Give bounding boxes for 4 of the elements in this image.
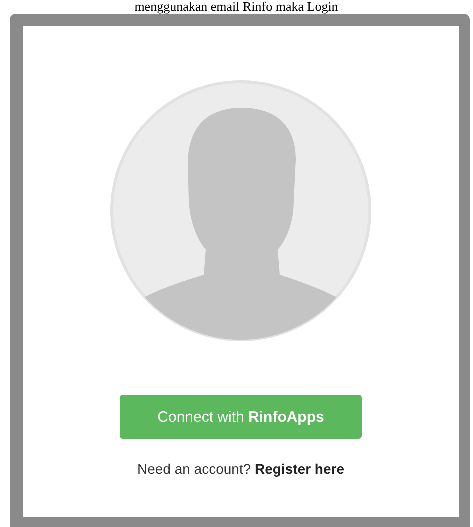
register-text: Need an account? Register here: [137, 461, 344, 477]
avatar-icon: [110, 80, 372, 342]
register-link[interactable]: Register here: [255, 461, 344, 477]
heading-text: menggunakan email Rinfo maka Login: [134, 0, 340, 14]
